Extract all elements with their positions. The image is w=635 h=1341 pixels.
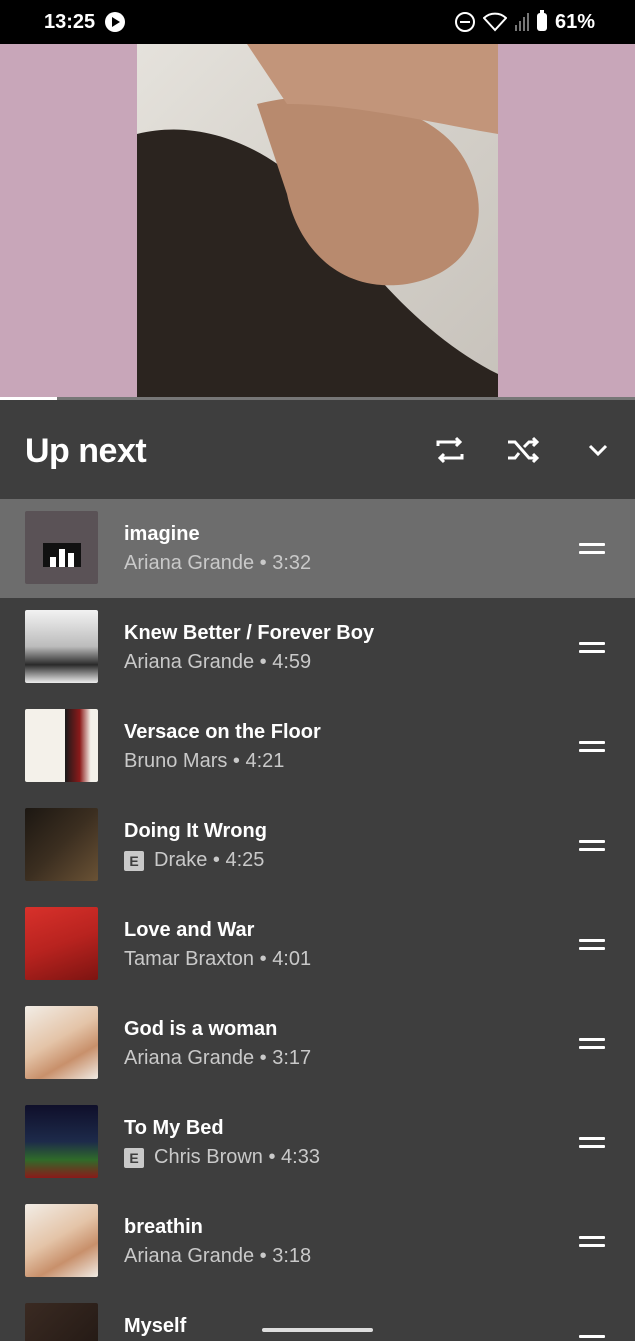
album-thumbnail xyxy=(25,907,98,980)
drag-handle-icon[interactable] xyxy=(579,543,605,555)
song-title: God is a woman xyxy=(124,1018,278,1040)
queue-row[interactable]: Knew Better / Forever Boy Ariana Grande … xyxy=(0,598,635,697)
song-subtitle: Ariana Grande • 4:59 xyxy=(124,651,312,673)
artist-name: Ariana Grande xyxy=(124,1245,255,1267)
battery-icon xyxy=(536,10,547,31)
song-title: breathin xyxy=(124,1216,203,1238)
battery-percent: 61% xyxy=(554,10,595,33)
song-subtitle: Bruno Mars • 4:21 xyxy=(124,750,285,772)
artist-name: Bruno Mars xyxy=(124,750,228,772)
song-title: imagine xyxy=(124,523,200,545)
queue-row[interactable]: God is a woman Ariana Grande • 3:17 xyxy=(0,994,635,1093)
do-not-disturb-icon xyxy=(454,12,475,32)
song-title: Doing It Wrong xyxy=(124,820,267,842)
chevron-down-icon[interactable] xyxy=(580,434,616,466)
queue-row[interactable]: To My Bed E Chris Brown • 4:33 xyxy=(0,1093,635,1192)
status-bar: 13:25 61% xyxy=(0,0,635,44)
artist-name: Ariana Grande xyxy=(124,1047,255,1069)
queue-row[interactable]: Love and War Tamar Braxton • 4:01 xyxy=(0,895,635,994)
drag-handle-icon[interactable] xyxy=(579,642,605,654)
album-thumbnail xyxy=(25,1204,98,1277)
drag-handle-icon[interactable] xyxy=(579,1038,605,1050)
song-title: Versace on the Floor xyxy=(124,721,321,743)
album-thumbnail xyxy=(25,1105,98,1178)
artist-name: Chris Brown xyxy=(154,1146,263,1168)
page-title: Up next xyxy=(25,432,147,470)
album-thumbnail xyxy=(25,610,98,683)
repeat-icon[interactable] xyxy=(432,434,468,466)
queue-row-playing[interactable]: imagine Ariana Grande • 3:32 xyxy=(0,499,635,598)
signal-icon xyxy=(514,13,529,31)
shuffle-icon[interactable] xyxy=(505,434,541,466)
song-title: Myself xyxy=(124,1315,187,1337)
up-next-header: Up next xyxy=(0,400,635,499)
album-thumbnail xyxy=(25,1303,98,1341)
duration: 4:21 xyxy=(245,750,285,772)
song-title: Love and War xyxy=(124,919,255,941)
drag-handle-icon[interactable] xyxy=(579,939,605,951)
album-cover xyxy=(137,44,498,399)
duration: 4:33 xyxy=(281,1146,320,1168)
song-subtitle: E Chris Brown • 4:33 xyxy=(124,1146,320,1169)
song-subtitle: E Drake • 4:25 xyxy=(124,849,264,872)
duration: 4:01 xyxy=(272,948,312,970)
duration: 3:17 xyxy=(272,1047,312,1069)
home-indicator[interactable] xyxy=(262,1328,373,1332)
drag-handle-icon[interactable] xyxy=(579,741,605,753)
queue-row[interactable]: breathin Ariana Grande • 3:18 xyxy=(0,1192,635,1291)
artist-name: Tamar Braxton xyxy=(124,948,255,970)
queue-row[interactable]: Versace on the Floor Bruno Mars • 4:21 xyxy=(0,697,635,796)
drag-handle-icon[interactable] xyxy=(579,1335,605,1341)
artist-name: Ariana Grande xyxy=(124,552,255,574)
media-playing-icon xyxy=(105,12,126,32)
duration: 3:32 xyxy=(272,552,312,574)
explicit-badge-icon: E xyxy=(124,1147,144,1168)
explicit-badge-icon: E xyxy=(124,850,144,871)
duration: 3:18 xyxy=(272,1245,312,1267)
song-subtitle: Tamar Braxton • 4:01 xyxy=(124,948,312,970)
album-thumbnail xyxy=(25,808,98,881)
album-thumbnail xyxy=(25,709,98,782)
album-art[interactable] xyxy=(0,44,635,399)
album-thumbnail xyxy=(25,511,98,584)
song-title: To My Bed xyxy=(124,1117,224,1139)
drag-handle-icon[interactable] xyxy=(579,840,605,852)
song-subtitle: Ariana Grande • 3:17 xyxy=(124,1047,312,1069)
duration: 4:25 xyxy=(225,849,265,871)
duration: 4:59 xyxy=(272,651,312,673)
drag-handle-icon[interactable] xyxy=(579,1236,605,1248)
wifi-icon xyxy=(482,12,507,32)
queue-row[interactable]: Doing It Wrong E Drake • 4:25 xyxy=(0,796,635,895)
queue-row[interactable]: Myself xyxy=(0,1291,635,1341)
song-subtitle: Ariana Grande • 3:18 xyxy=(124,1245,312,1267)
clock: 13:25 xyxy=(44,10,96,33)
artist-name: Drake xyxy=(154,849,208,871)
now-playing-equalizer-icon xyxy=(43,543,81,567)
song-subtitle: Ariana Grande • 3:32 xyxy=(124,552,312,574)
artist-name: Ariana Grande xyxy=(124,651,255,673)
drag-handle-icon[interactable] xyxy=(579,1137,605,1149)
album-thumbnail xyxy=(25,1006,98,1079)
song-title: Knew Better / Forever Boy xyxy=(124,622,375,644)
